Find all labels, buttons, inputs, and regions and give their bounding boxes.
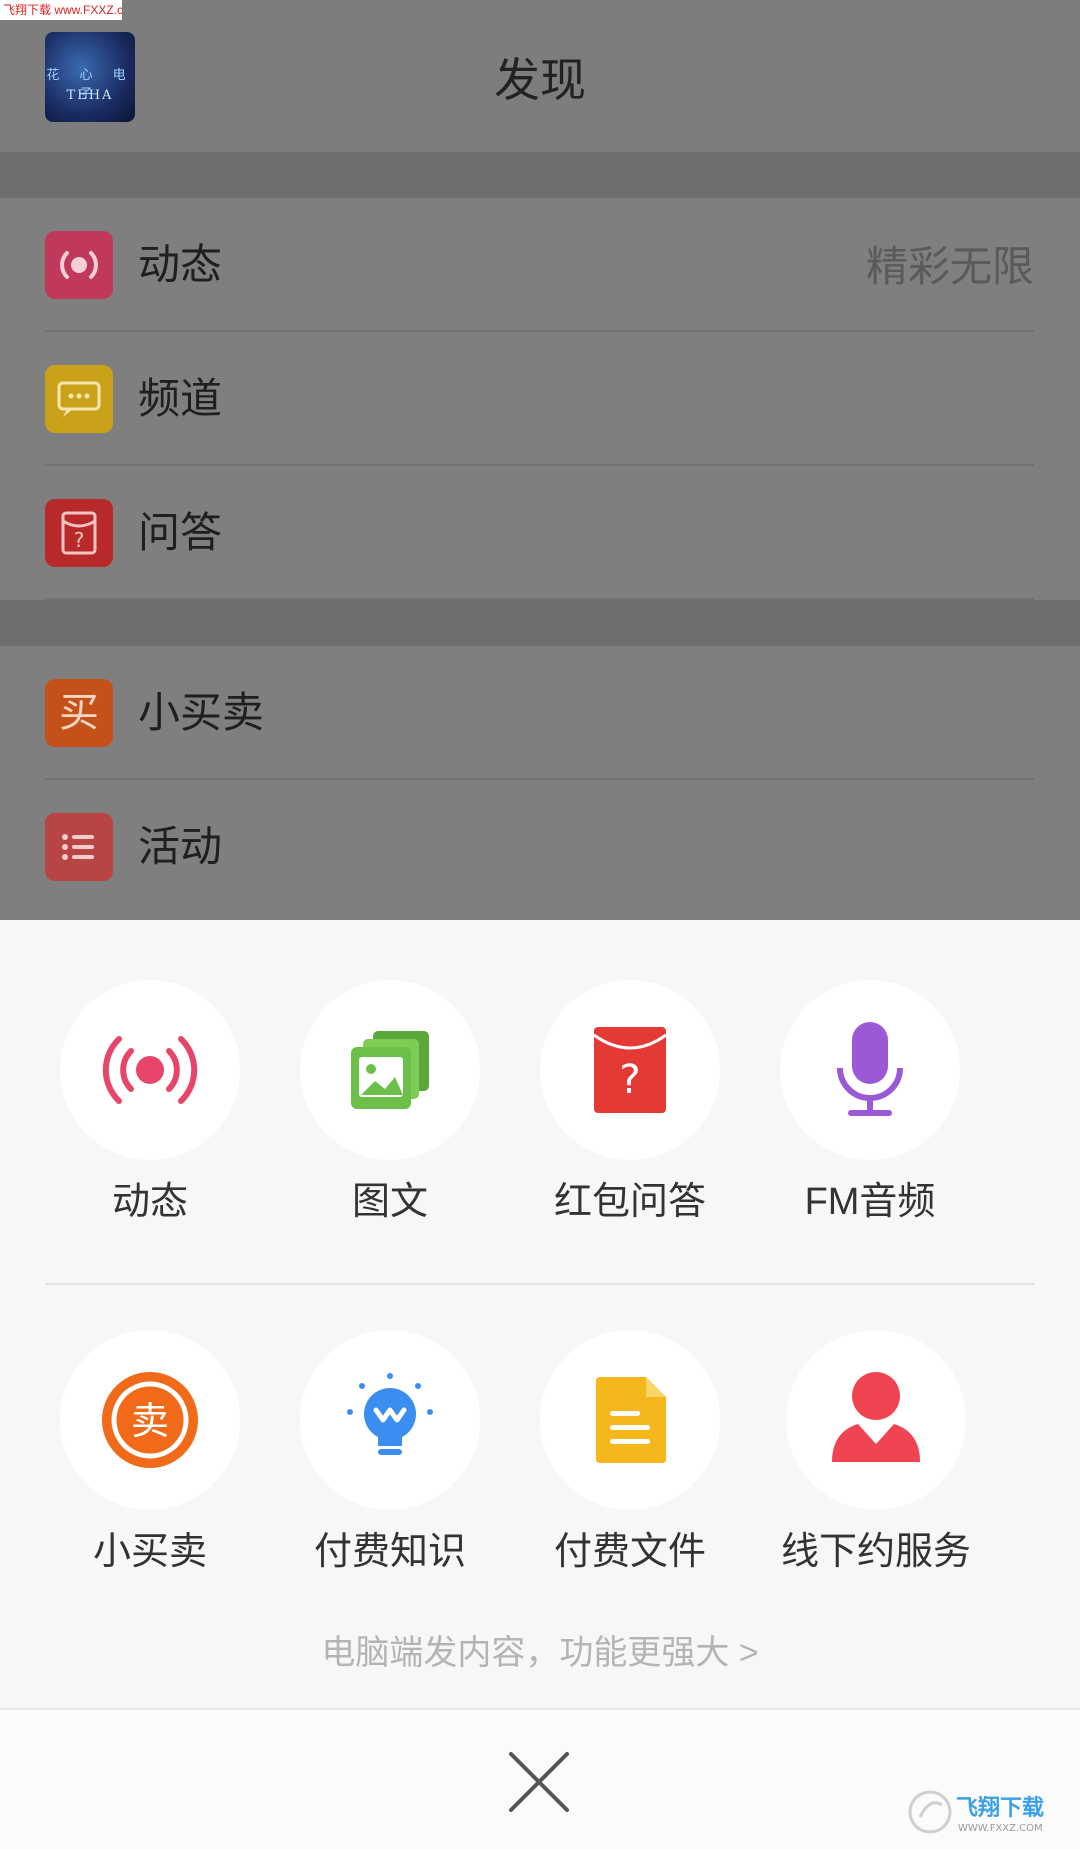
list-item-label: 问答 bbox=[138, 509, 223, 556]
icon-circle: 卖 bbox=[60, 1330, 240, 1510]
item-label: 小买卖 bbox=[92, 1531, 207, 1573]
icon-circle: ? bbox=[540, 980, 720, 1160]
item-label: 线下约服务 bbox=[780, 1531, 971, 1573]
item-label: 红包问答 bbox=[553, 1181, 706, 1223]
document-icon bbox=[596, 1377, 666, 1463]
close-button[interactable] bbox=[505, 1748, 573, 1816]
publish-bottom-sheet: 动态 图文 ? 红包问答 FM音频 卖 小买卖 付费知识 付费文件 线下约服务 … bbox=[0, 920, 1080, 1849]
broadcast-icon bbox=[45, 231, 113, 299]
list-item-wenda[interactable]: ? 问答 bbox=[0, 466, 1080, 600]
image-gallery-icon bbox=[351, 1031, 429, 1109]
sell-icon-char: 卖 bbox=[131, 1399, 169, 1443]
icon-circle bbox=[780, 980, 960, 1160]
list-item-huodong[interactable]: 活动 bbox=[0, 780, 1080, 914]
watermark-bottom: 飞翔下载 WWW.FXXZ.COM bbox=[908, 1787, 1068, 1837]
publish-xiaomaimai[interactable]: 卖 小买卖 bbox=[30, 1330, 270, 1576]
icon-circle bbox=[300, 1330, 480, 1510]
grid-divider bbox=[45, 1283, 1035, 1285]
sell-icon: 卖 bbox=[102, 1372, 198, 1468]
person-icon bbox=[832, 1372, 920, 1462]
question-envelope-icon: ? bbox=[45, 499, 113, 567]
list-item-xiaomaimai[interactable]: 买 小买卖 bbox=[0, 646, 1080, 780]
publish-fm-audio[interactable]: FM音频 bbox=[750, 980, 990, 1226]
buy-icon: 买 bbox=[45, 679, 113, 747]
watermark-bottom-main: 飞翔下载 bbox=[956, 1795, 1044, 1821]
publish-dongtai[interactable]: 动态 bbox=[30, 980, 270, 1226]
icon-circle bbox=[786, 1330, 966, 1510]
item-label: FM音频 bbox=[804, 1181, 936, 1223]
red-envelope-question-icon: ? bbox=[593, 1027, 667, 1113]
section-gap bbox=[0, 600, 1080, 646]
publish-hongbao-wenda[interactable]: ? 红包问答 bbox=[510, 980, 750, 1226]
publish-offline-service[interactable]: 线下约服务 bbox=[756, 1330, 996, 1576]
watermark-top: 飞翔下载 www.FXXZ.com bbox=[0, 0, 122, 20]
list-item-label: 活动 bbox=[138, 823, 223, 870]
item-label: 动态 bbox=[111, 1181, 188, 1223]
svg-text:?: ? bbox=[619, 1057, 640, 1103]
chat-bubble-icon bbox=[45, 365, 113, 433]
close-icon bbox=[509, 1752, 569, 1812]
list-icon bbox=[45, 813, 113, 881]
broadcast-icon bbox=[102, 1036, 198, 1104]
list-item-dongtai[interactable]: 动态 精彩无限 bbox=[0, 198, 1080, 332]
item-label: 图文 bbox=[351, 1181, 428, 1223]
item-label: 付费文件 bbox=[553, 1531, 706, 1573]
pc-publish-link[interactable]: 电脑端发内容，功能更强大 > bbox=[0, 1630, 1080, 1676]
list-item-aside: 精彩无限 bbox=[865, 243, 1034, 290]
icon-circle bbox=[540, 1330, 720, 1510]
section-gap bbox=[0, 152, 1080, 198]
icon-circle bbox=[300, 980, 480, 1160]
watermark-bottom-sub: WWW.FXXZ.COM bbox=[958, 1823, 1043, 1834]
list-item-label: 频道 bbox=[138, 375, 223, 422]
publish-tuwen[interactable]: 图文 bbox=[270, 980, 510, 1226]
page-title: 发现 bbox=[494, 54, 586, 106]
list-item-label: 动态 bbox=[138, 241, 223, 288]
icon-circle bbox=[60, 980, 240, 1160]
lightbulb-icon bbox=[347, 1373, 433, 1455]
publish-paid-file[interactable]: 付费文件 bbox=[510, 1330, 750, 1576]
svg-text:?: ? bbox=[74, 528, 85, 552]
publish-paid-knowledge[interactable]: 付费知识 bbox=[270, 1330, 510, 1576]
header-bar: 花 心 电 子 TEHA 发现 bbox=[0, 0, 1080, 152]
list-item-label: 小买卖 bbox=[138, 689, 265, 736]
item-label: 付费知识 bbox=[313, 1531, 466, 1573]
background-page: 花 心 电 子 TEHA 发现 飞翔下载 www.FXXZ.com 动态 精彩无… bbox=[0, 0, 1080, 920]
list-item-pindao[interactable]: 频道 bbox=[0, 332, 1080, 466]
microphone-icon bbox=[837, 1022, 903, 1116]
